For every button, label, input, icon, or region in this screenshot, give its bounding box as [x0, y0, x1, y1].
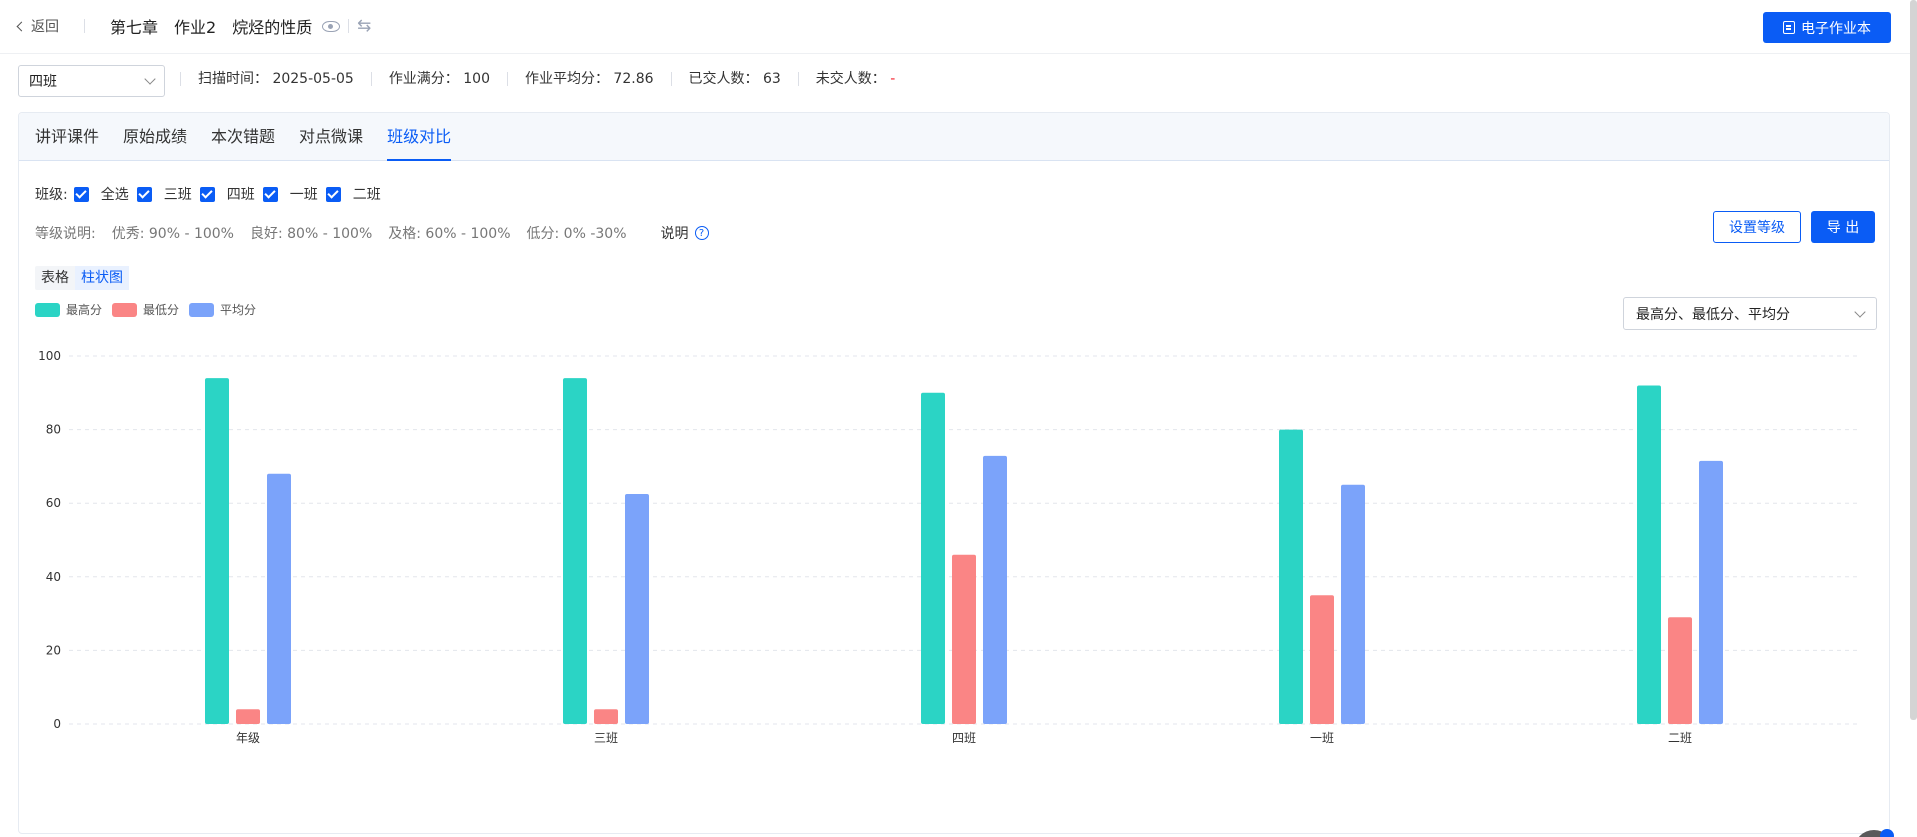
divider [348, 19, 349, 33]
bar [1668, 617, 1692, 724]
book-icon [1783, 21, 1795, 34]
bar [1699, 460, 1723, 724]
y-tick-label: 80 [46, 423, 61, 437]
submitted-count: 已交人数： 63 [670, 72, 798, 86]
breadcrumb-topic: 烷烃的性质 [232, 18, 313, 37]
bar [952, 554, 976, 724]
eye-icon[interactable] [322, 20, 341, 32]
unsubmitted-label: 未交人数： [815, 71, 886, 87]
chevron-left-icon [16, 21, 27, 31]
bar [1637, 385, 1661, 724]
class-select-value: 四班 [29, 74, 57, 90]
unsubmitted-count: 未交人数： - [797, 71, 913, 87]
bar [983, 455, 1007, 724]
unsubmitted-value: - [890, 71, 896, 87]
back-label: 返回 [31, 19, 59, 35]
y-tick-label: 40 [46, 570, 61, 584]
back-button[interactable]: 返回 [16, 16, 59, 36]
bar [563, 378, 587, 724]
ebook-button[interactable]: 电子作业本 [1763, 12, 1891, 43]
x-tick-label: 一班 [1310, 731, 1334, 745]
x-tick-label: 四班 [952, 731, 976, 745]
swap-icon[interactable]: ⇆ [357, 16, 371, 36]
bar [594, 709, 618, 724]
info-bar: 扫描时间： 2025-05-05 作业满分： 100 作业平均分： 72.86 … [180, 72, 912, 86]
bar [1279, 429, 1303, 724]
ebook-button-label: 电子作业本 [1801, 20, 1871, 37]
x-tick-label: 三班 [594, 731, 618, 745]
bar-chart: 0 20 40 60 80 100 年级 三班 四班 一班 二班 [38, 349, 1859, 745]
full-score: 作业满分： 100 [370, 72, 507, 86]
y-tick-label: 20 [46, 643, 61, 657]
bar [1310, 595, 1334, 724]
class-select[interactable]: 四班 [18, 65, 165, 97]
chevron-down-icon [144, 73, 156, 85]
y-tick-label: 100 [38, 349, 61, 363]
bar [205, 378, 229, 724]
y-tick-label: 60 [46, 496, 61, 510]
x-tick-label: 二班 [1668, 731, 1692, 745]
scrollbar[interactable] [1910, 0, 1917, 720]
average-score: 作业平均分： 72.86 [506, 72, 671, 86]
bar [625, 494, 649, 724]
scan-time: 扫描时间： 2025-05-05 [180, 72, 371, 86]
top-header: 返回 第七章 作业2 烷烃的性质 ⇆ 电子作业本 [0, 0, 1917, 54]
breadcrumb: 第七章 作业2 烷烃的性质 [110, 14, 341, 38]
content-panel: 讲评课件 原始成绩 本次错题 对点微课 班级对比 班级: 全选 三班 四班 一班… [18, 112, 1890, 834]
y-tick-label: 0 [53, 717, 61, 731]
breadcrumb-chapter: 第七章 [110, 18, 159, 37]
x-tick-label: 年级 [236, 731, 260, 745]
notification-badge [1880, 829, 1894, 837]
breadcrumb-homework: 作业2 [174, 18, 217, 37]
bar [236, 709, 260, 724]
divider [84, 19, 85, 33]
bar [267, 473, 291, 724]
bar [1341, 484, 1365, 724]
bar [921, 392, 945, 724]
